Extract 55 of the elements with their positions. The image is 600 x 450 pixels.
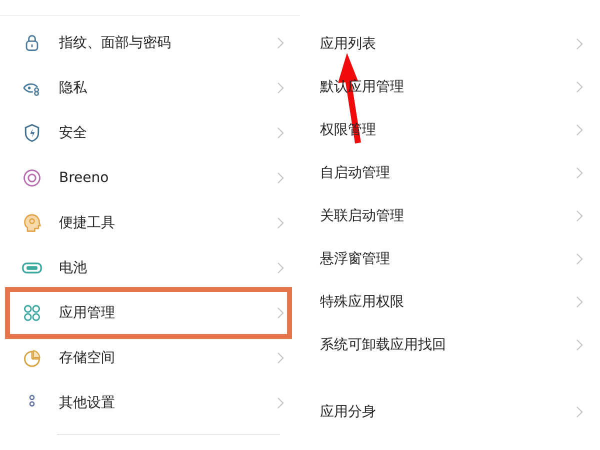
- grid-icon: [22, 302, 42, 322]
- item-label: 应用分身: [320, 402, 377, 420]
- chevron-icon: [576, 124, 583, 136]
- chevron-icon: [277, 82, 284, 94]
- chevron-icon: [277, 352, 284, 364]
- chevron-icon: [277, 36, 284, 48]
- item-label: 自启动管理: [320, 164, 391, 182]
- ring-icon: [22, 168, 42, 188]
- menu-item[interactable]: 系统可卸载应用找回: [300, 323, 600, 366]
- settings-item[interactable]: 指纹、面部与密码: [0, 20, 300, 65]
- item-label: 特殊应用权限: [320, 292, 405, 310]
- chevron-icon: [277, 306, 284, 318]
- item-label: 悬浮窗管理: [320, 250, 391, 268]
- item-label: 应用列表: [320, 34, 377, 52]
- item-label: Breeno: [59, 170, 110, 186]
- item-label: 关联启动管理: [320, 206, 405, 224]
- chevron-icon: [576, 338, 583, 350]
- menu-item[interactable]: 应用分身: [300, 390, 600, 433]
- menu-item[interactable]: 悬浮窗管理: [300, 237, 600, 280]
- item-label: 安全: [59, 124, 88, 142]
- chevron-icon: [576, 166, 583, 178]
- item-label: 隐私: [59, 78, 88, 96]
- settings-item[interactable]: 便捷工具: [0, 200, 300, 245]
- item-label: 电池: [59, 258, 88, 276]
- settings-item[interactable]: 应用管理: [0, 290, 300, 335]
- settings-item[interactable]: 安全: [0, 110, 300, 155]
- settings-item[interactable]: 隐私: [0, 65, 300, 110]
- item-label: 系统可卸载应用找回: [320, 336, 447, 354]
- chevron-icon: [277, 396, 284, 408]
- menu-item[interactable]: 特殊应用权限: [300, 280, 600, 323]
- settings-item[interactable]: 存储空间: [0, 335, 300, 380]
- settings-item[interactable]: 电池: [0, 245, 300, 290]
- chevron-icon: [576, 38, 583, 50]
- item-label: 存储空间: [59, 348, 116, 366]
- item-label: 指纹、面部与密码: [59, 34, 172, 52]
- settings-item[interactable]: Breeno: [0, 155, 300, 200]
- menu-item[interactable]: 关联启动管理: [300, 194, 600, 237]
- shield-icon: [22, 122, 42, 142]
- settings-item[interactable]: 其他设置: [0, 380, 300, 425]
- chevron-icon: [277, 172, 284, 184]
- chevron-icon: [576, 406, 583, 418]
- chevron-icon: [576, 210, 583, 222]
- chevron-icon: [576, 80, 583, 92]
- chevron-icon: [277, 216, 284, 228]
- menu-item[interactable]: 应用列表: [300, 22, 600, 65]
- item-label: 其他设置: [59, 394, 116, 412]
- menu-item[interactable]: 自启动管理: [300, 151, 600, 194]
- pie-chart-icon: [22, 348, 42, 368]
- item-label: 便捷工具: [59, 214, 116, 232]
- head-icon: [22, 212, 42, 232]
- chevron-icon: [277, 262, 284, 274]
- chevron-icon: [576, 296, 583, 308]
- chevron-icon: [277, 126, 284, 138]
- item-label: 应用管理: [59, 304, 116, 322]
- chevron-icon: [576, 252, 583, 264]
